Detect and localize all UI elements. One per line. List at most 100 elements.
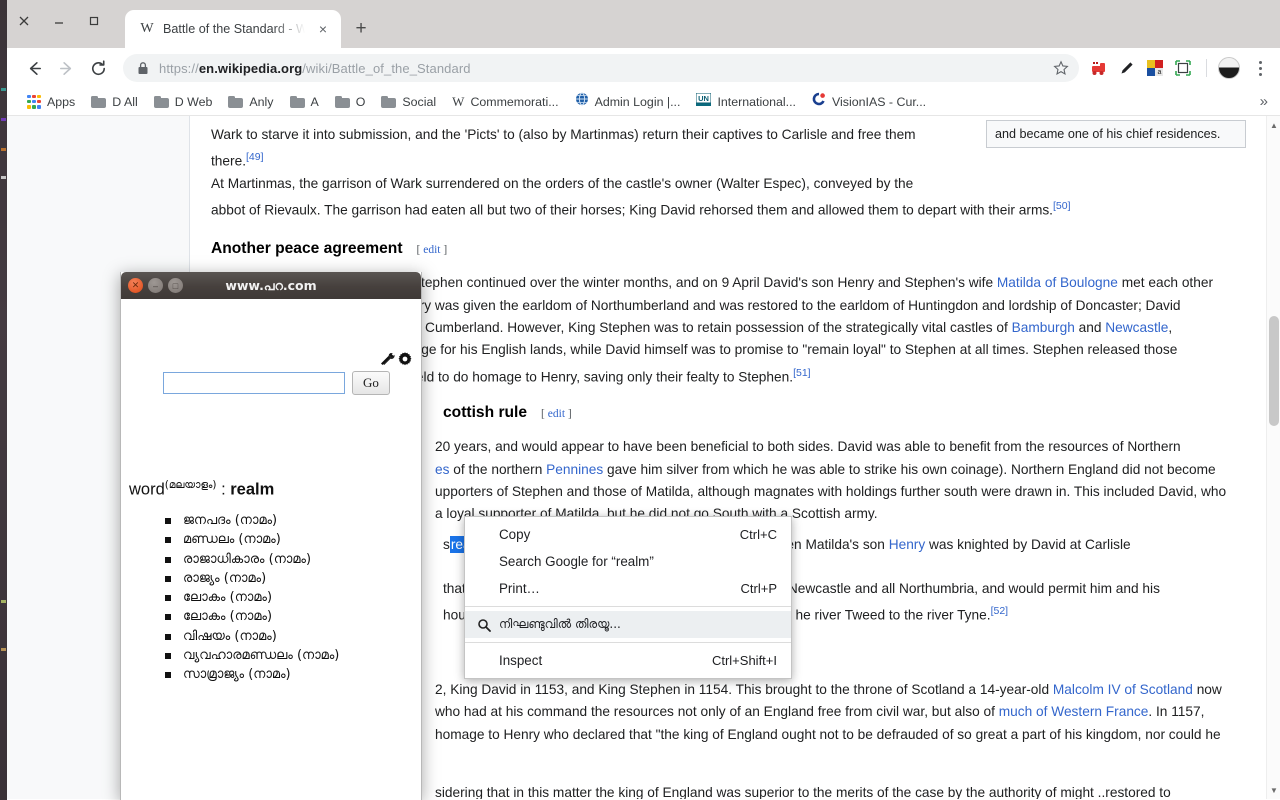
- reference-51[interactable]: [51]: [793, 367, 811, 379]
- url-path: /wiki/Battle_of_the_Standard: [302, 60, 471, 76]
- dictionary-title: www.പറ.com: [225, 277, 317, 293]
- menu-item-label: Copy: [499, 527, 531, 542]
- folder-icon: [334, 95, 350, 108]
- paragraph-text: abbot of Rievaulx. The garrison had eate…: [211, 203, 1053, 219]
- paragraph-text: 2, King David in 1153, and King Stephen …: [435, 682, 1050, 697]
- context-menu-separator: [465, 642, 791, 643]
- dictionary-window[interactable]: ✕ – □ www.പറ.com Go word(മലയാളം): realm…: [120, 272, 422, 800]
- reference-50[interactable]: [50]: [1053, 200, 1071, 212]
- paragraph-text: met each other: [1121, 275, 1214, 291]
- back-button[interactable]: [19, 53, 49, 83]
- bookmark-o[interactable]: O: [327, 92, 374, 112]
- bookmark-anly[interactable]: Anly: [220, 92, 281, 112]
- dictionary-minimize-button[interactable]: –: [148, 278, 163, 293]
- search-icon: [477, 618, 491, 632]
- link-malcolm-iv[interactable]: Malcolm IV of Scotland: [1053, 682, 1193, 697]
- folder-icon: [91, 95, 107, 108]
- tab-battle-of-the-standard[interactable]: W Battle of the Standard - W ×: [125, 10, 341, 48]
- hammer-wrench-icon[interactable]: [379, 351, 395, 371]
- context-menu-item-search-dictionary[interactable]: നിഘണ്ടുവിൽ തിരയൂ...: [465, 611, 791, 638]
- chrome-menu-button[interactable]: [1248, 55, 1272, 81]
- menu-item-accelerator: Ctrl+Shift+I: [711, 653, 777, 668]
- address-bar[interactable]: https://en.wikipedia.org/wiki/Battle_of_…: [123, 54, 1079, 82]
- bookmark-visionias[interactable]: VisionIAS - Cur...: [804, 89, 934, 114]
- screenshot-frame-icon[interactable]: [1171, 56, 1195, 80]
- list-item: ലോകം (നാമം): [165, 588, 339, 607]
- link-henry[interactable]: Henry: [889, 537, 926, 552]
- lock-icon: [137, 61, 149, 75]
- edit-label[interactable]: edit: [423, 244, 440, 256]
- dictionary-titlebar[interactable]: ✕ – □ www.പറ.com: [121, 272, 421, 299]
- extension-red-icon[interactable]: [1087, 56, 1111, 80]
- reference-52[interactable]: [52]: [991, 605, 1009, 617]
- bookmark-label: Commemorati...: [470, 94, 559, 109]
- edit-label[interactable]: edit: [548, 408, 565, 420]
- paragraph-2-cont: abbot of Rievaulx. The garrison had eate…: [211, 195, 1248, 222]
- color-app-icon[interactable]: a: [1143, 56, 1167, 80]
- forward-button[interactable]: [51, 53, 81, 83]
- heading-text: cottish rule: [443, 404, 528, 422]
- reference-49[interactable]: [49]: [246, 151, 264, 163]
- close-window-button[interactable]: [17, 14, 33, 30]
- link-western-france[interactable]: much of Western France: [999, 704, 1149, 719]
- paragraph-text: of the northern: [453, 461, 543, 477]
- bookmark-a[interactable]: A: [282, 92, 327, 112]
- menu-item-label: നിഘണ്ടുവിൽ തിരയൂ...: [499, 617, 621, 631]
- list-item: സാമ്രാജ്യം (നാമം): [165, 665, 339, 684]
- minimize-window-button[interactable]: [52, 14, 68, 30]
- context-menu-item-search-google[interactable]: Search Google for “realm”: [465, 548, 791, 575]
- dictionary-word-heading: word(മലയാളം) : realm: [129, 479, 274, 500]
- link-pennines[interactable]: Pennines: [546, 462, 603, 477]
- page-scrollbar[interactable]: ▲ ▼: [1266, 116, 1280, 799]
- bookmark-commemorative[interactable]: W Commemorati...: [444, 91, 566, 113]
- bookmark-social[interactable]: Social: [373, 92, 444, 112]
- word-label: word: [129, 480, 165, 499]
- dictionary-toolbar: [379, 351, 413, 371]
- bookmark-apps[interactable]: Apps: [19, 92, 83, 112]
- link-newcastle[interactable]: Newcastle: [1105, 320, 1168, 335]
- context-menu-item-print[interactable]: Print… Ctrl+P: [465, 575, 791, 602]
- infobox-fragment: and became one of his chief residences.: [986, 120, 1246, 148]
- link-matilda-of-boulogne[interactable]: Matilda of Boulogne: [997, 275, 1118, 290]
- edit-pencil-icon[interactable]: [1115, 56, 1139, 80]
- dictionary-maximize-button[interactable]: □: [168, 278, 183, 293]
- bookmark-international[interactable]: UN International...: [688, 90, 804, 114]
- apps-grid-icon: [27, 94, 41, 109]
- bookmark-d-all[interactable]: D All: [83, 92, 145, 112]
- link-partial[interactable]: es: [435, 462, 449, 477]
- dictionary-close-button[interactable]: ✕: [128, 278, 143, 293]
- new-tab-button[interactable]: +: [351, 18, 371, 39]
- scroll-up-arrow[interactable]: ▲: [1267, 118, 1280, 132]
- paragraph-text: ow held to do homage to Henry, saving on…: [387, 369, 794, 385]
- list-item: ജനപദം (നാമം): [165, 511, 339, 530]
- gear-icon[interactable]: [397, 351, 413, 371]
- tab-close-icon[interactable]: ×: [313, 19, 333, 39]
- screen: W Battle of the Standard - W × + https:/…: [0, 0, 1280, 800]
- paragraph-2: At Martinmas, the garrison of Wark surre…: [211, 173, 1248, 195]
- scroll-down-arrow[interactable]: ▼: [1267, 783, 1280, 797]
- dictionary-search-input[interactable]: [163, 372, 345, 394]
- bookmark-star-icon[interactable]: [1053, 60, 1069, 76]
- edit-section-link[interactable]: [ edit ]: [541, 408, 572, 420]
- context-menu-item-copy[interactable]: Copy Ctrl+C: [465, 521, 791, 548]
- dictionary-meanings-list: ജനപദം (നാമം) മണ്ഡലം (നാമം) രാജാധികാരം (ന…: [165, 511, 339, 685]
- svg-text:UN: UN: [699, 94, 710, 103]
- folder-icon: [153, 95, 169, 108]
- paragraph-text: and: [1078, 319, 1102, 335]
- link-bamburgh[interactable]: Bamburgh: [1012, 320, 1075, 335]
- bookmarks-overflow-button[interactable]: »: [1260, 93, 1274, 110]
- folder-icon: [228, 95, 244, 108]
- edit-section-link[interactable]: [ edit ]: [417, 244, 448, 256]
- context-menu-item-inspect[interactable]: Inspect Ctrl+Shift+I: [465, 647, 791, 674]
- bookmark-admin-login[interactable]: Admin Login |...: [567, 89, 689, 114]
- profile-avatar[interactable]: [1218, 57, 1240, 79]
- context-menu-separator: [465, 606, 791, 607]
- reload-button[interactable]: [83, 53, 113, 83]
- bookmark-d-web[interactable]: D Web: [146, 92, 221, 112]
- scrollbar-thumb[interactable]: [1269, 316, 1279, 426]
- dictionary-go-button[interactable]: Go: [352, 371, 390, 395]
- maximize-window-button[interactable]: [87, 14, 103, 30]
- paragraph-text: homage to Henry who declared that "the k…: [435, 726, 1221, 742]
- list-item: വ്യവഹാരമണ്ഡലം (നാമം): [165, 646, 339, 665]
- paragraph-text: homage for his English lands, while Davi…: [387, 342, 1178, 358]
